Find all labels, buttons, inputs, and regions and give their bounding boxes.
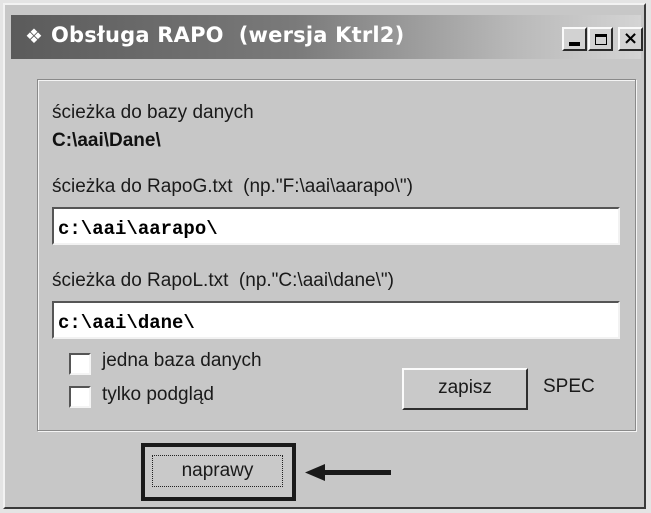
rapog-path-label: ścieżka do RapoG.txt (np."F:\aai\aarapo\… [52,176,413,197]
close-button[interactable]: × [618,27,643,51]
minimize-button[interactable] [562,27,587,51]
single-db-checkbox[interactable] [69,353,91,375]
arrow-left-icon [305,464,391,481]
app-icon[interactable]: ❖ [25,24,47,48]
settings-group: ścieżka do bazy danych C:\aai\Dane\ ście… [37,79,636,431]
db-path-value: C:\aai\Dane\ [52,130,161,151]
rapol-path-input[interactable] [52,301,620,339]
db-path-label: ścieżka do bazy danych [52,102,254,123]
minimize-icon [569,42,580,46]
window-title: Obsługa RAPO (wersja Ktrl2) [51,23,405,47]
rapol-path-label: ścieżka do RapoL.txt (np."C:\aai\dane\") [52,270,394,291]
close-icon: × [622,28,639,49]
rapo-window: ❖ Obsługa RAPO (wersja Ktrl2) × ścieżka … [3,3,646,509]
title-bar[interactable]: ❖ Obsługa RAPO (wersja Ktrl2) [11,15,641,59]
preview-only-label: tylko podgląd [102,384,214,405]
maximize-button[interactable] [588,27,613,51]
spec-label: SPEC [543,376,595,397]
repairs-button-label: naprawy [152,455,283,487]
maximize-icon [594,33,607,45]
preview-only-checkbox[interactable] [69,386,91,408]
repairs-button[interactable]: naprawy [141,443,296,501]
single-db-label: jedna baza danych [102,350,262,371]
save-button[interactable]: zapisz [402,368,528,410]
save-button-label: zapisz [438,377,492,398]
rapog-path-input[interactable] [52,207,620,245]
